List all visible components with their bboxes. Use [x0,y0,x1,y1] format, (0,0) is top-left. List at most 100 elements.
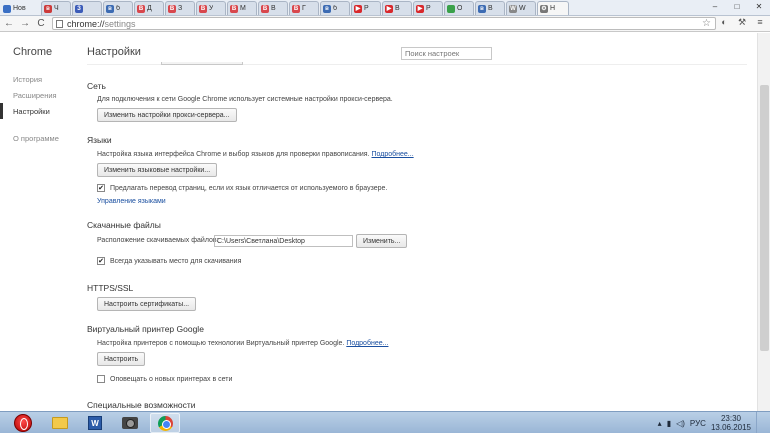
camera-icon [122,417,138,429]
tab-title: В [395,5,400,12]
volume-icon[interactable]: ◁) [676,419,685,428]
browser-tab[interactable]: ⚙ Н [537,1,569,15]
tab-favicon-icon: ▶ [416,4,424,13]
sidebar-item-settings[interactable]: Настройки [0,103,80,119]
cloud-print-setup-button[interactable]: Настроить [97,352,146,366]
folder-icon [52,417,68,429]
browser-tab[interactable]: ВВ [258,1,288,15]
tab-title: Р [364,5,369,12]
close-window-button[interactable]: ✕ [748,0,770,13]
browser-tab[interactable]: ВУ [196,1,226,15]
search-settings-input[interactable] [401,47,492,60]
tab-favicon-icon: в [44,4,52,13]
browser-tab[interactable]: ВГ [289,1,319,15]
bookmark-star-icon[interactable]: ☆ [702,18,711,29]
taskbar-app-camera[interactable] [115,413,145,433]
translate-checkbox[interactable]: ✔ [97,184,105,192]
browser-tab[interactable]: вЧ [41,1,71,15]
maximize-button[interactable]: □ [726,0,748,13]
extension-icon[interactable]: ◐ [718,17,730,28]
tab-title: Д [147,5,152,12]
sidebar-nav: История Расширения Настройки [0,71,80,119]
tab-title: В [488,5,493,12]
network-description: Для подключения к сети Google Chrome исп… [97,96,393,103]
puzzle-icon[interactable]: ⚒ [736,17,748,28]
tab-title: У [209,5,214,12]
sidebar-item-history[interactable]: История [0,71,80,87]
tray-arrow-icon[interactable]: ▴ [658,419,662,428]
clock-date: 13.06.2015 [710,423,751,432]
toolbar-extensions: ◐ ⚒ ≡ [718,17,766,28]
manage-certificates-button[interactable]: Настроить сертификаты... [97,297,197,311]
start-button[interactable] [14,414,32,432]
browser-tab[interactable]: З [72,1,102,15]
browser-tab[interactable]: ВЗ [165,1,195,15]
vertical-scrollbar[interactable] [757,33,770,411]
browser-tab[interactable]: вб [103,1,133,15]
tab-favicon-icon: В [168,4,176,13]
browser-tab[interactable]: ВМ [227,1,257,15]
url-scheme: chrome:// [67,18,105,29]
language-settings-button[interactable]: Изменить языковые настройки... [97,163,218,177]
tab-title: О [457,5,463,12]
browser-tab[interactable]: ▶ Р [351,1,381,15]
browser-tab[interactable]: ▶ В [382,1,412,15]
tab-title: Р [426,5,431,12]
browser-tab[interactable]: ▶ Р [413,1,443,15]
settings-page: Chrome История Расширения Настройки О пр… [0,33,770,411]
browser-tab[interactable]: Нов [0,1,40,15]
sidebar-item-about[interactable]: О программе [13,134,59,143]
menu-icon[interactable]: ≡ [754,17,766,28]
change-download-location-button[interactable]: Изменить... [356,234,408,248]
back-button[interactable]: ← [2,17,16,31]
download-location-field[interactable]: C:\Users\Светлана\Desktop [214,235,353,247]
languages-more-link[interactable]: Подробнее... [372,151,414,158]
reload-button[interactable]: C [34,17,48,31]
clock[interactable]: 23:30 13.06.2015 [711,414,751,432]
ask-download-checkbox[interactable]: ✔ [97,257,105,265]
tab-favicon-icon: В [292,4,300,13]
scrollbar-thumb[interactable] [760,85,769,351]
proxy-settings-button[interactable]: Изменить настройки прокси-сервера... [97,108,237,122]
system-tray: ▴ ▮ ◁) РУС 23:30 13.06.2015 [658,412,770,433]
browser-tab[interactable]: вВ [475,1,505,15]
tab-title: З [178,5,183,12]
tab-favicon-icon [447,4,455,13]
clock-time: 23:30 [720,414,741,423]
taskbar-app-word[interactable]: W [80,413,110,433]
tab-title: Ч [54,5,59,12]
tab-title: М [240,5,246,12]
cloud-print-more-link[interactable]: Подробнее... [346,340,388,347]
minimize-button[interactable]: – [704,0,726,13]
show-desktop-button[interactable] [756,412,766,433]
tab-strip: Нов в Ч Зв б В Д В З В У В М В В В Гв б ▶ Р ▶ В ▶ Р Ов В W W ⚙ Н [0,0,770,16]
tab-favicon-icon: ⚙ [540,4,548,13]
browser-tab[interactable]: ВД [134,1,164,15]
network-icon[interactable]: ▮ [667,419,671,428]
section-network-heading: Сеть [87,81,106,91]
url-path: settings [104,18,136,29]
address-bar[interactable]: chrome://settings ☆ [52,17,716,30]
languages-description-row: Настройка языка интерфейса Chrome и выбо… [97,151,414,158]
languages-description: Настройка языка интерфейса Chrome и выбо… [97,151,370,158]
chrome-icon [157,415,173,431]
section-languages-heading: Языки [87,135,112,145]
browser-tab[interactable]: вб [320,1,350,15]
tab-title: Н [550,5,556,12]
tray-language[interactable]: РУС [690,419,706,428]
tab-favicon-icon: в [478,4,486,13]
printer-notify-checkbox[interactable] [97,375,105,383]
browser-tab[interactable]: О [444,1,474,15]
tab-favicon-icon: ▶ [354,4,362,13]
section-cloud-print-heading: Виртуальный принтер Google [87,324,204,334]
taskbar-app-explorer[interactable] [45,413,75,433]
sidebar-item-extensions[interactable]: Расширения [0,87,80,103]
tab-title: В [271,5,276,12]
tab-favicon-icon: В [230,4,238,13]
tab-favicon-icon: В [261,4,269,13]
forward-button[interactable]: → [18,17,32,31]
manage-languages-link[interactable]: Управление языками [97,198,166,205]
printer-notify-label: Оповещать о новых принтерах в сети [110,375,233,383]
taskbar-app-chrome[interactable] [150,413,180,433]
browser-tab[interactable]: WW [506,1,536,15]
